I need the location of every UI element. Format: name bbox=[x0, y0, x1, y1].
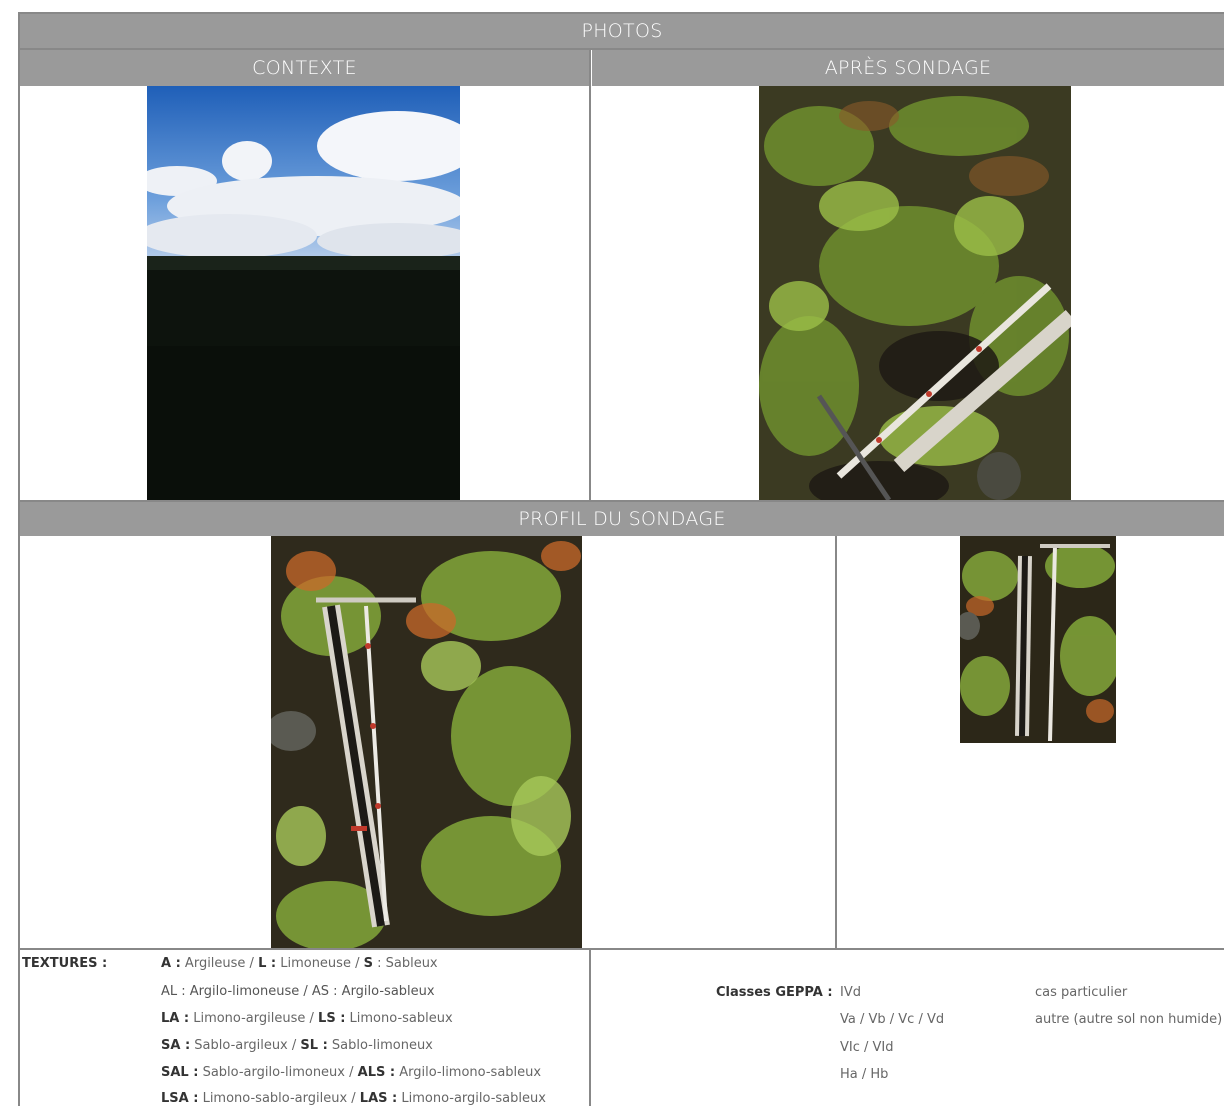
geppa-class: Ha / Hb bbox=[840, 1067, 889, 1082]
geppa-other: autre (autre sol non humide) bbox=[1035, 1012, 1223, 1027]
contexte-photo bbox=[147, 86, 460, 500]
photos-header: PHOTOS bbox=[20, 14, 1224, 48]
geppa-class: IVd bbox=[840, 985, 861, 1000]
profil-photo-small-image bbox=[960, 536, 1116, 743]
texture-row: AL : Argilo-limoneuse / AS : Argilo-sabl… bbox=[161, 984, 435, 999]
geppa-class: VIc / VId bbox=[840, 1040, 894, 1055]
apres-sondage-photo-image bbox=[759, 86, 1071, 500]
texture-row: LA : Limono-argileuse / LS : Limono-sabl… bbox=[161, 1011, 453, 1026]
texture-row: SA : Sablo-argileux / SL : Sablo-limoneu… bbox=[161, 1038, 433, 1053]
geppa-other: cas particulier bbox=[1035, 985, 1128, 1000]
texture-row: SAL : Sablo-argilo-limoneux / ALS : Argi… bbox=[161, 1065, 542, 1080]
profil-photo-main bbox=[271, 536, 582, 950]
apres-sondage-photo bbox=[759, 86, 1071, 500]
profil-photo-small bbox=[960, 536, 1116, 743]
texture-row: LSA : Limono-sablo-argileux / LAS : Limo… bbox=[161, 1091, 546, 1106]
contexte-photo-image bbox=[147, 86, 460, 500]
divider bbox=[589, 50, 591, 502]
profil-header: PROFIL DU SONDAGE bbox=[20, 502, 1224, 536]
profil-photo-main-image bbox=[271, 536, 582, 950]
texture-row: A : Argileuse / L : Limoneuse / S : Sabl… bbox=[161, 956, 438, 971]
divider bbox=[589, 950, 591, 1106]
apres-sondage-header: APRÈS SONDAGE bbox=[592, 50, 1224, 86]
divider bbox=[18, 948, 1224, 950]
textures-label: TEXTURES : bbox=[22, 956, 108, 971]
geppa-class: Va / Vb / Vc / Vd bbox=[840, 1012, 945, 1027]
contexte-header: CONTEXTE bbox=[20, 50, 589, 86]
geppa-label: Classes GEPPA : bbox=[716, 985, 833, 1000]
divider bbox=[835, 536, 837, 950]
